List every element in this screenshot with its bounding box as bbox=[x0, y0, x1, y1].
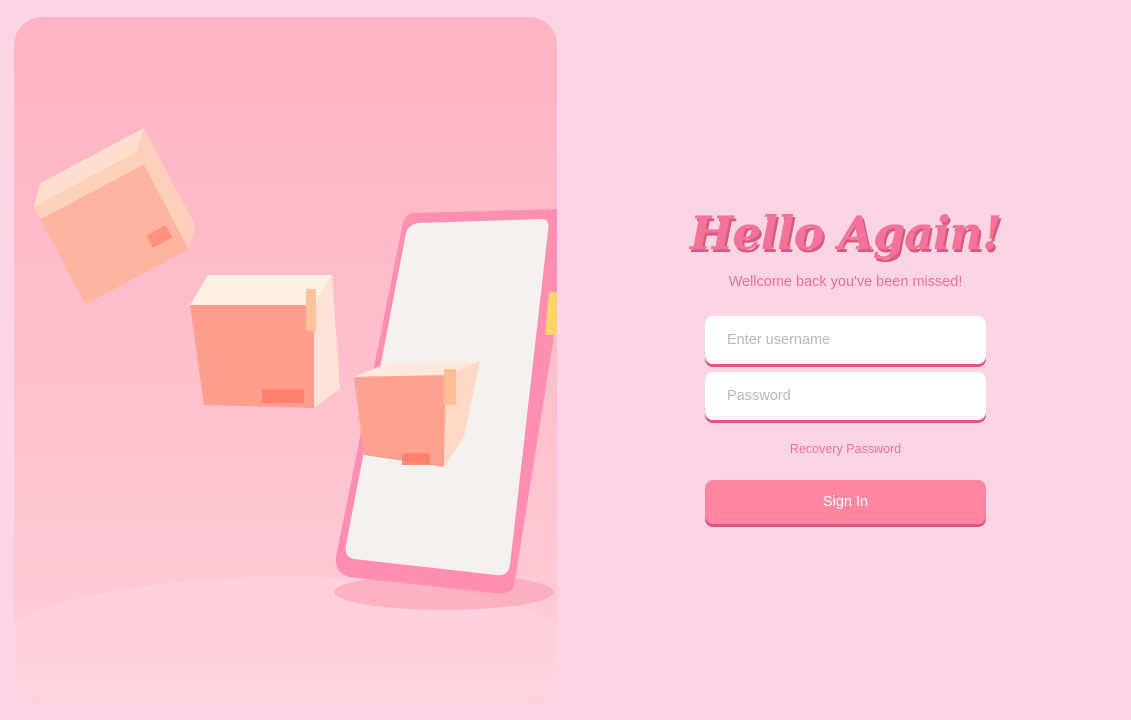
greeting-subtitle: Wellcome back you've been missed! bbox=[728, 274, 963, 290]
hero-illustration-panel bbox=[14, 17, 557, 705]
username-input[interactable] bbox=[705, 316, 986, 364]
greeting-title: Hello Again! bbox=[689, 206, 1002, 260]
recovery-password-link[interactable]: Recovery Password bbox=[790, 442, 901, 456]
password-input[interactable] bbox=[705, 372, 986, 420]
delivery-illustration bbox=[14, 128, 557, 705]
box-graphic-2 bbox=[190, 275, 340, 408]
sign-in-button[interactable]: Sign In bbox=[705, 480, 986, 524]
login-form: Hello Again! Wellcome back you've been m… bbox=[690, 200, 1002, 524]
box-graphic-1 bbox=[33, 128, 196, 305]
